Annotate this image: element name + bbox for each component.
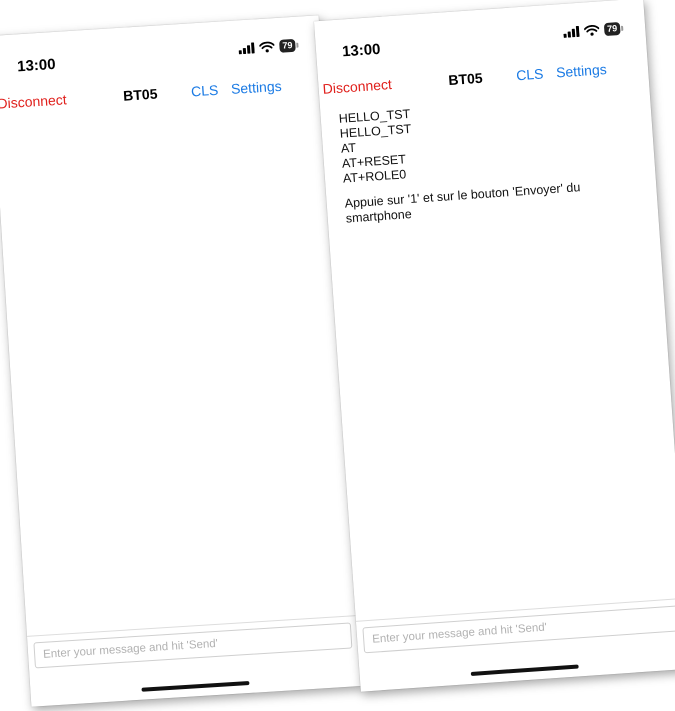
status-icons: 79	[563, 21, 624, 39]
disconnect-button[interactable]: Disconnect	[322, 76, 392, 97]
message-input[interactable]	[33, 622, 353, 669]
status-time: 13:00	[16, 55, 57, 76]
battery-icon: 79	[603, 21, 624, 37]
device-title: BT05	[122, 85, 158, 104]
disconnect-button[interactable]: Disconnect	[0, 91, 67, 111]
wifi-icon	[259, 41, 275, 53]
phone-screen-left: 13:00 79 Disconnect BT05 CLS Settings En…	[0, 15, 361, 707]
device-title: BT05	[447, 69, 484, 89]
settings-button[interactable]: Settings	[231, 78, 282, 97]
home-indicator[interactable]	[470, 664, 579, 676]
clear-screen-button[interactable]: CLS	[516, 65, 544, 83]
phone-screen-right: 13:00 79 Disconnect BT05 CLS Settings HE…	[313, 0, 675, 692]
settings-button[interactable]: Settings	[556, 61, 608, 80]
input-bar	[26, 615, 360, 679]
terminal-output: HELLO_TST HELLO_TST AT AT+RESET AT+ROLE0…	[338, 91, 643, 227]
signal-bars-icon	[238, 42, 255, 55]
battery-level: 79	[603, 21, 621, 37]
status-time: 13:00	[341, 40, 382, 61]
wifi-icon	[583, 25, 600, 36]
battery-icon: 79	[279, 38, 299, 53]
signal-bars-icon	[563, 25, 580, 38]
battery-level: 79	[279, 38, 296, 53]
status-icons: 79	[238, 38, 299, 56]
message-input[interactable]	[362, 605, 675, 654]
composite-screenshot: 13:00 79 Disconnect BT05 CLS Settings En…	[0, 0, 675, 711]
clear-screen-button[interactable]: CLS	[191, 82, 219, 100]
input-bar	[355, 597, 675, 664]
home-indicator[interactable]	[141, 680, 250, 692]
